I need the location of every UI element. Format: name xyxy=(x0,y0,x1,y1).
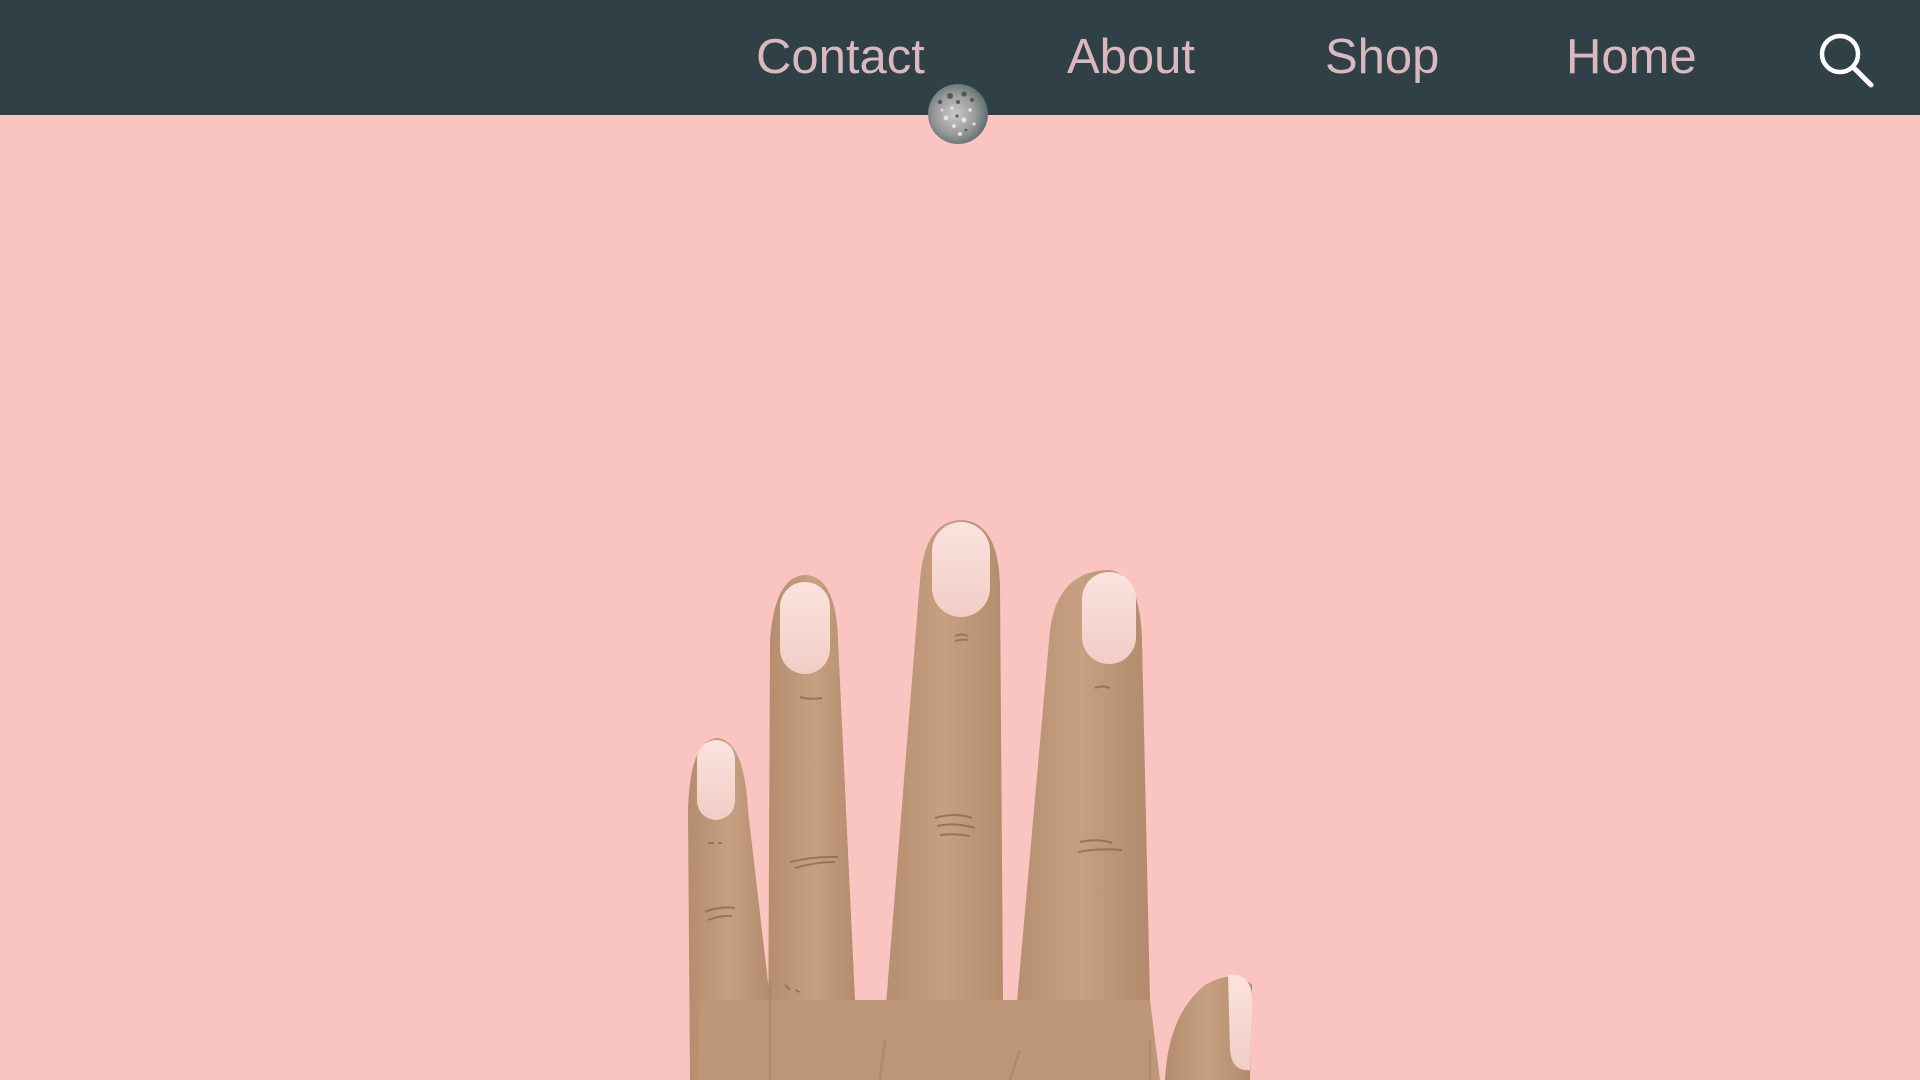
ring-nail xyxy=(780,582,830,674)
glitter-gem-decoration xyxy=(928,84,988,144)
page: Contact About Shop Home xyxy=(0,0,1920,1080)
nav-link-contact[interactable]: Contact xyxy=(756,28,925,86)
search-icon xyxy=(1819,33,1874,88)
search-button[interactable] xyxy=(1816,30,1876,90)
nav-link-shop[interactable]: Shop xyxy=(1325,28,1439,86)
nav-link-home[interactable]: Home xyxy=(1566,28,1697,86)
hand-illustration xyxy=(688,520,1252,1080)
nav-link-about[interactable]: About xyxy=(1067,28,1195,86)
thumb-nail xyxy=(1228,974,1252,1071)
palm xyxy=(698,1000,1160,1080)
pinky-nail xyxy=(697,740,735,820)
middle-nail xyxy=(932,522,990,617)
index-nail xyxy=(1082,572,1136,664)
